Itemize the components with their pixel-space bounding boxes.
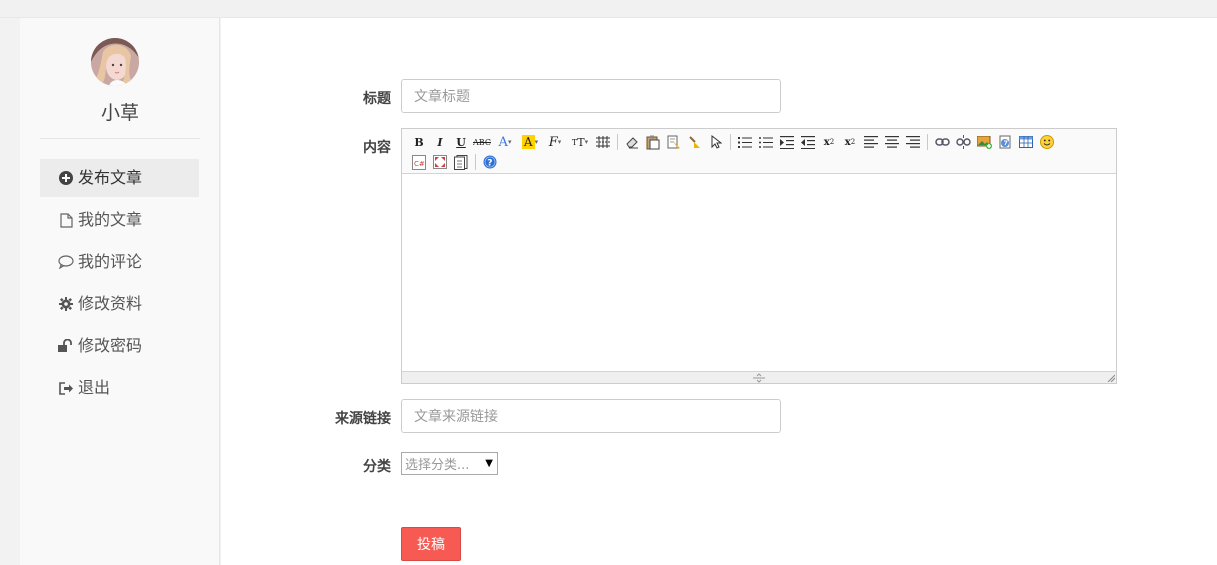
eraser-icon[interactable] [623, 133, 641, 151]
category-selected-value: 选择分类... [405, 458, 470, 473]
align-left-icon[interactable] [862, 133, 880, 151]
superscript-icon[interactable]: x2 [841, 133, 859, 151]
svg-text:?: ? [487, 159, 492, 169]
resize-handle-icon[interactable] [752, 373, 766, 383]
sidebar-item-label: 修改密码 [78, 336, 143, 355]
format-brush-icon[interactable] [686, 133, 704, 151]
font-color-icon[interactable]: A ▾ [494, 133, 516, 151]
toolbar-separator [927, 134, 928, 150]
subscript-icon[interactable]: x2 [820, 133, 838, 151]
font-family-icon[interactable]: F ▾ [544, 133, 566, 151]
outdent-icon[interactable] [799, 133, 817, 151]
comment-icon [58, 254, 74, 270]
strikethrough-icon[interactable]: ABC [473, 133, 491, 151]
svg-text:C#: C# [414, 160, 425, 168]
editor-toolbar: B I U ABC A ▾ A ▾ F ▾ T T ▾ x 2 x 2 C# ? [402, 129, 1116, 174]
ordered-list-icon[interactable] [736, 133, 754, 151]
horizontal-rule-icon[interactable] [594, 133, 612, 151]
editor-content-area[interactable] [402, 174, 1116, 371]
code-icon[interactable]: C# [410, 153, 428, 171]
dropdown-arrow-icon: ▼ [485, 458, 493, 469]
toolbar-separator [730, 134, 731, 150]
sidebar-item-label: 修改资料 [78, 294, 143, 313]
toolbar-separator [617, 134, 618, 150]
align-right-icon[interactable] [904, 133, 922, 151]
category-select[interactable]: 选择分类... ▼ [401, 452, 498, 475]
sidebar-item-my-comments[interactable]: 我的评论 [40, 243, 199, 281]
sidebar-item-label: 退出 [78, 378, 111, 397]
emoticon-icon[interactable] [1038, 133, 1056, 151]
sidebar-divider [40, 138, 200, 139]
main-panel: 标题 文章标题 内容 B I U ABC A ▾ A ▾ F ▾ T T ▾ x… [221, 18, 1217, 565]
title-label: 标题 [363, 91, 391, 107]
fullscreen-icon[interactable] [431, 153, 449, 171]
file-icon [58, 212, 74, 228]
unordered-list-icon[interactable] [757, 133, 775, 151]
username: 小草 [100, 102, 139, 124]
sidebar: 小草 发布文章 我的文章 我的评论 修改资料 修改密码 退出 [20, 18, 220, 565]
toolbar-row-1: B I U ABC A ▾ A ▾ F ▾ T T ▾ x 2 x 2 [410, 132, 1110, 152]
gear-icon [58, 296, 74, 312]
insert-image-icon[interactable] [975, 133, 993, 151]
sidebar-menu: 发布文章 我的文章 我的评论 修改资料 修改密码 退出 [40, 159, 199, 411]
help-icon[interactable]: ? [481, 153, 499, 171]
template-icon[interactable] [452, 153, 470, 171]
avatar[interactable] [91, 38, 139, 86]
paste-icon[interactable] [644, 133, 662, 151]
sidebar-item-publish[interactable]: 发布文章 [40, 159, 199, 197]
flash-icon[interactable] [996, 133, 1014, 151]
top-band [0, 0, 1217, 18]
select-all-icon[interactable] [707, 133, 725, 151]
sidebar-item-edit-profile[interactable]: 修改资料 [40, 285, 199, 323]
font-size-icon[interactable]: T T ▾ [569, 133, 591, 151]
table-icon[interactable] [1017, 133, 1035, 151]
editor-statusbar [402, 371, 1116, 383]
highlight-color-icon[interactable]: A ▾ [519, 133, 541, 151]
underline-icon[interactable]: U [452, 133, 470, 151]
paste-text-icon[interactable] [665, 133, 683, 151]
sidebar-item-label: 发布文章 [78, 168, 143, 187]
corner-resize-icon[interactable] [1107, 374, 1115, 382]
category-label: 分类 [363, 459, 391, 475]
align-center-icon[interactable] [883, 133, 901, 151]
sign-out-icon [58, 380, 74, 396]
sidebar-item-logout[interactable]: 退出 [40, 369, 199, 407]
content-label: 内容 [363, 140, 391, 156]
unlink-icon[interactable] [954, 133, 972, 151]
sidebar-item-label: 我的评论 [78, 252, 143, 271]
plus-circle-icon [58, 170, 74, 186]
rich-text-editor: B I U ABC A ▾ A ▾ F ▾ T T ▾ x 2 x 2 C# ? [401, 128, 1117, 384]
source-url-input[interactable]: 文章来源链接 [401, 399, 781, 433]
sidebar-item-label: 我的文章 [78, 210, 143, 229]
sidebar-item-my-articles[interactable]: 我的文章 [40, 201, 199, 239]
source-label: 来源链接 [335, 411, 391, 427]
toolbar-row-2: C# ? [410, 152, 1110, 172]
sidebar-item-change-password[interactable]: 修改密码 [40, 327, 199, 365]
link-icon[interactable] [933, 133, 951, 151]
unlock-icon [58, 338, 74, 354]
submit-button[interactable]: 投稿 [401, 527, 461, 561]
title-input[interactable]: 文章标题 [401, 79, 781, 113]
toolbar-separator [475, 154, 476, 170]
italic-icon[interactable]: I [431, 133, 449, 151]
indent-icon[interactable] [778, 133, 796, 151]
bold-icon[interactable]: B [410, 133, 428, 151]
